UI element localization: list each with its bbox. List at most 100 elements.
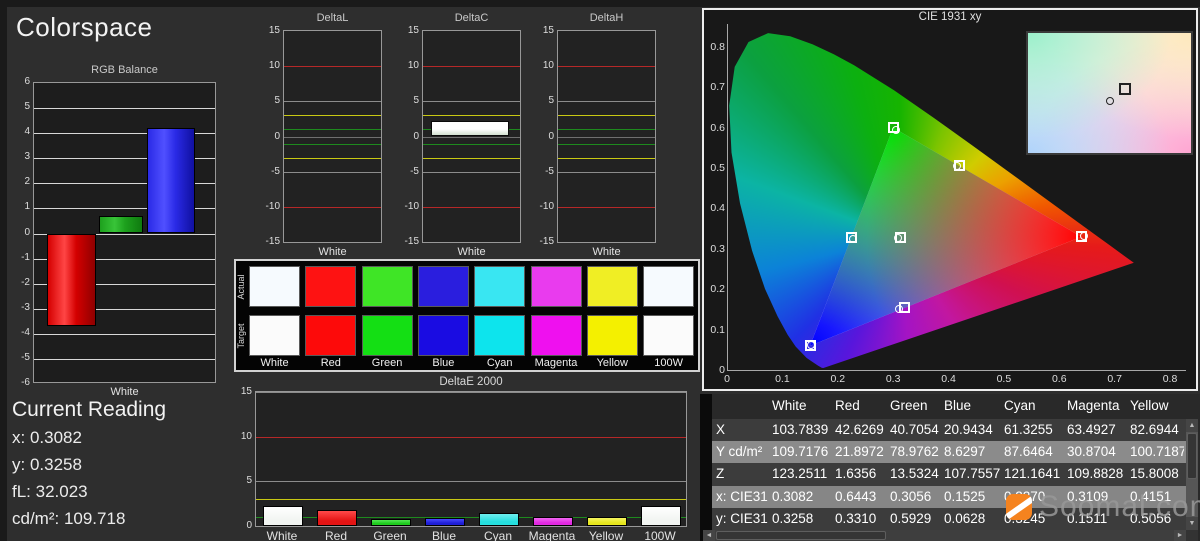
reference-line [284,207,381,208]
table-header-green: Green [890,398,940,416]
scrollbar-corner [1186,530,1198,541]
rgb-y-tick-label: 3 [6,151,30,163]
reference-line [256,499,686,500]
table-cell: 21.8972 [835,444,886,462]
table-cell: 0.5929 [890,511,940,529]
deltae-x-label: Yellow [579,529,633,541]
reference-line [558,115,655,116]
rgb-y-tick-label: 6 [6,76,30,88]
deltae-x-label: White [255,529,309,541]
table-cell: 0.1525 [944,489,1000,507]
cie-x-tick-label: 0.1 [767,373,797,385]
rgb-y-tick-label: 5 [6,101,30,113]
rgb-y-tick-label: 0 [6,227,30,239]
table-cell: 0.3082 [772,489,831,507]
deltae-x-label: Red [309,529,363,541]
table-cell: 123.2511 [772,466,831,484]
delta-bar [431,121,510,136]
swatch-actual-green [363,267,412,306]
deltae-bar-yellow [587,517,627,526]
deltae-y-tick-label: 0 [234,520,252,532]
delta-y-tick-label: 10 [250,60,280,72]
rgb-y-tick-label: -2 [6,277,30,289]
delta-y-tick-label: 15 [524,25,554,37]
table-cell: 42.6269 [835,422,886,440]
table-row-header: y: CIE31 [716,511,770,529]
cie-y-tick-label: 0.6 [704,122,725,134]
rgb-y-tick-label: -4 [6,327,30,339]
cie-y-axis [727,24,728,371]
cie-y-tick-label: 0.1 [704,324,725,336]
table-cell: 0.6443 [835,489,886,507]
reference-line [423,207,520,208]
table-horizontal-scrollbar[interactable]: ◄ ► [703,530,1186,541]
rgb-balance-plot [33,82,216,383]
reference-line [284,115,381,116]
swatch-target-red [306,316,355,355]
delta-x-label: White [283,246,382,258]
delta-y-tick-label: 0 [250,131,280,143]
deltae-bar-green [371,519,411,526]
current-reading-x: x: 0.3082 [12,428,82,448]
table-cell: 15.8008 [1130,466,1184,484]
deltae-y-tick-label: 5 [234,475,252,487]
rgb-y-tick-label: -3 [6,302,30,314]
swatch-column-label: Cyan [471,357,528,369]
delta-chart-title: DeltaC [422,12,521,24]
cie-title: CIE 1931 xy [704,11,1196,23]
table-header-yellow: Yellow [1130,398,1184,416]
reference-line [558,101,655,102]
delta-y-tick-label: -5 [389,166,419,178]
inset-measured-marker [1106,97,1114,105]
vertical-scroll-thumb[interactable] [1187,433,1197,479]
swatch-column-label: 100W [640,357,697,369]
reference-line [423,66,520,67]
table-cell: 109.7176 [772,444,831,462]
scroll-right-button[interactable]: ► [1174,530,1186,541]
table-cell: 107.7557 [944,466,1000,484]
rgb-bar-blue [147,128,195,233]
watermark-text: Soomal.com [1039,490,1200,524]
reference-line [423,172,520,173]
reference-line [558,129,655,130]
swatch-target-cyan [475,316,524,355]
cie-y-tick-label: 0.3 [704,243,725,255]
swatch-column-label: Yellow [584,357,641,369]
scroll-up-button[interactable]: ▲ [1186,419,1198,432]
delta-y-tick-label: -10 [524,201,554,213]
delta-y-tick-label: 10 [524,60,554,72]
deltae-bar-100w [641,506,681,526]
reference-line [558,137,655,138]
cie-y-tick-label: 0.4 [704,202,725,214]
reference-line [423,144,520,145]
swatch-actual-blue [419,267,468,306]
horizontal-scroll-thumb[interactable] [716,531,886,540]
swatch-actual-cyan [475,267,524,306]
swatch-target-yellow [588,316,637,355]
delta-chart-deltac: DeltaC151050-5-10-15White [389,8,525,260]
reference-line [284,144,381,145]
table-header-red: Red [835,398,886,416]
table-header-white: White [772,398,831,416]
table-cell: 109.8828 [1067,466,1126,484]
gridline [34,334,215,335]
reference-line [284,129,381,130]
table-header-magenta: Magenta [1067,398,1126,416]
window-top-edge [0,0,1200,7]
table-cell: 20.9434 [944,422,1000,440]
table-header-cyan: Cyan [1004,398,1063,416]
table-header-blue: Blue [944,398,1000,416]
scroll-left-button[interactable]: ◄ [703,530,715,541]
delta-chart-title: DeltaH [557,12,656,24]
reference-line [423,137,520,138]
delta-chart-title: DeltaL [283,12,382,24]
delta-y-tick-label: -15 [524,236,554,248]
gridline [34,359,215,360]
rgb-y-tick-label: -6 [6,377,30,389]
delta-y-tick-label: -5 [524,166,554,178]
reference-line [256,392,686,393]
deltae-bar-magenta [533,517,573,526]
deltae-x-label: 100W [633,529,687,541]
cie-x-axis [727,370,1186,371]
rgb-y-tick-label: 1 [6,201,30,213]
